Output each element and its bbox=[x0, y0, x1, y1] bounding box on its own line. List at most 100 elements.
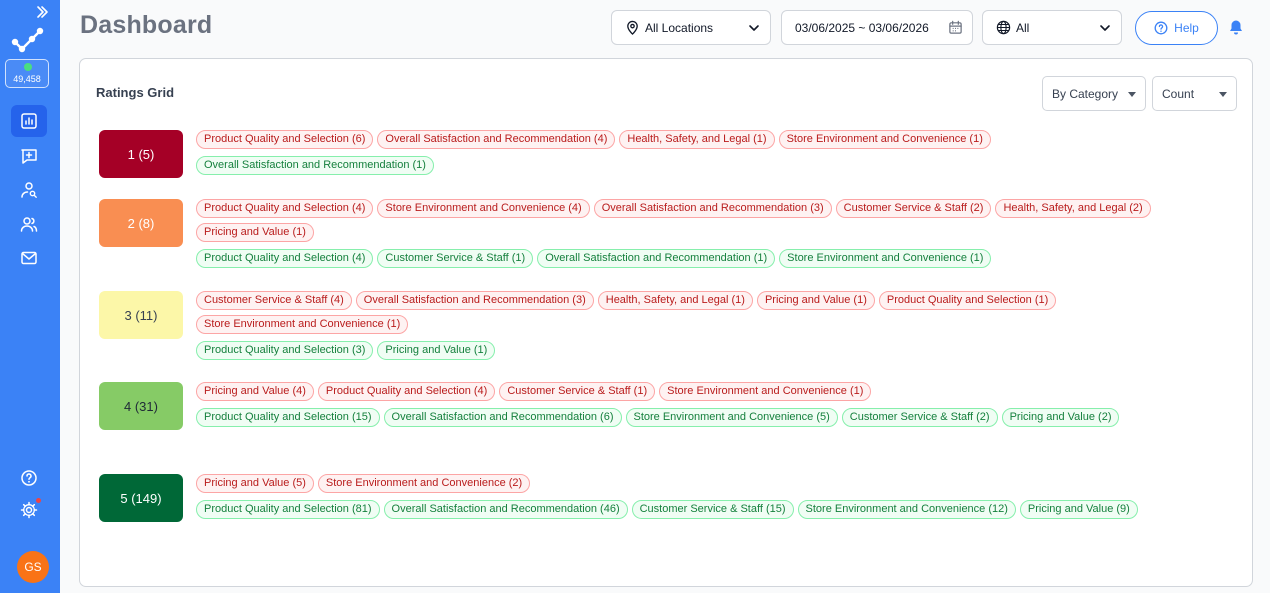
negative-category-tag[interactable]: Overall Satisfaction and Recommendation … bbox=[593, 199, 832, 218]
positive-category-tag[interactable]: Store Environment and Convenience (5) bbox=[625, 408, 838, 427]
positive-tags: Product Quality and Selection (3) Pricing… bbox=[196, 341, 1226, 360]
negative-category-tag[interactable]: Health, Safety, and Legal (2) bbox=[995, 199, 1151, 218]
ratings-grid-card: Ratings Grid By Category Count 1 (5) Prod… bbox=[79, 58, 1253, 587]
page-title: Dashboard bbox=[80, 11, 213, 39]
date-range-picker[interactable]: 03/06/2025 ~ 03/06/2026 bbox=[781, 10, 973, 45]
language-select[interactable]: All bbox=[982, 10, 1122, 45]
negative-category-tag[interactable]: Store Environment and Convenience (1) bbox=[196, 315, 409, 334]
help-label: Help bbox=[1174, 21, 1199, 35]
negative-tags: Customer Service & Staff (4) Overall Sati… bbox=[196, 291, 1226, 334]
positive-category-tag[interactable]: Product Quality and Selection (3) bbox=[196, 341, 374, 360]
positive-category-tag[interactable]: Product Quality and Selection (15) bbox=[196, 408, 380, 427]
positive-category-tag[interactable]: Product Quality and Selection (4) bbox=[196, 249, 374, 268]
bell-icon[interactable] bbox=[1228, 19, 1244, 36]
card-title: Ratings Grid bbox=[96, 85, 175, 100]
category-tags: Product Quality and Selection (6) Overall… bbox=[196, 130, 1226, 175]
positive-category-tag[interactable]: Overall Satisfaction and Recommendation … bbox=[537, 249, 776, 268]
positive-category-tag[interactable]: Store Environment and Convenience (12) bbox=[797, 500, 1016, 519]
positive-category-tag[interactable]: Pricing and Value (9) bbox=[1019, 500, 1138, 519]
chevron-down-icon bbox=[1100, 25, 1110, 31]
category-tags: Pricing and Value (4) Product Quality and… bbox=[196, 382, 1226, 427]
caret-down-icon bbox=[1128, 92, 1136, 97]
sidebar-item-users[interactable] bbox=[11, 208, 47, 240]
rating-badge[interactable]: 4 (31) bbox=[99, 382, 183, 430]
negative-category-tag[interactable]: Product Quality and Selection (4) bbox=[196, 199, 374, 218]
sidebar-item-user-search[interactable] bbox=[11, 174, 47, 206]
sidebar: 49,458 GS bbox=[0, 0, 60, 593]
logo-icon[interactable] bbox=[10, 26, 46, 54]
negative-tags: Pricing and Value (4) Product Quality and… bbox=[196, 382, 1226, 401]
caret-down-icon bbox=[1219, 92, 1227, 97]
positive-category-tag[interactable]: Pricing and Value (2) bbox=[1001, 408, 1120, 427]
negative-category-tag[interactable]: Store Environment and Convenience (2) bbox=[317, 474, 531, 493]
sidebar-item-settings[interactable] bbox=[11, 494, 47, 526]
negative-category-tag[interactable]: Pricing and Value (1) bbox=[196, 223, 314, 242]
rating-badge[interactable]: 3 (11) bbox=[99, 291, 183, 339]
negative-tags: Pricing and Value (5) Store Environment a… bbox=[196, 474, 1226, 493]
negative-category-tag[interactable]: Product Quality and Selection (1) bbox=[878, 291, 1057, 310]
negative-category-tag[interactable]: Pricing and Value (5) bbox=[196, 474, 314, 493]
positive-category-tag[interactable]: Overall Satisfaction and Recommendation … bbox=[383, 408, 622, 427]
negative-category-tag[interactable]: Store Environment and Convenience (1) bbox=[659, 382, 872, 401]
positive-category-tag[interactable]: Overall Satisfaction and Recommendation … bbox=[383, 500, 628, 519]
rating-badge[interactable]: 5 (149) bbox=[99, 474, 183, 522]
negative-category-tag[interactable]: Pricing and Value (1) bbox=[756, 291, 875, 310]
help-circle-icon bbox=[21, 470, 37, 486]
negative-category-tag[interactable]: Customer Service & Staff (1) bbox=[499, 382, 656, 401]
negative-category-tag[interactable]: Customer Service & Staff (4) bbox=[196, 291, 352, 310]
location-select[interactable]: All Locations bbox=[611, 10, 771, 45]
rating-badge[interactable]: 1 (5) bbox=[99, 130, 183, 178]
negative-category-tag[interactable]: Store Environment and Convenience (4) bbox=[377, 199, 590, 218]
calendar-icon bbox=[949, 20, 962, 34]
chevrons-right-icon[interactable] bbox=[34, 4, 50, 20]
positive-category-tag[interactable]: Pricing and Value (1) bbox=[377, 341, 496, 360]
negative-tags: Product Quality and Selection (6) Overall… bbox=[196, 130, 1226, 149]
positive-tags: Overall Satisfaction and Recommendation … bbox=[196, 156, 1226, 175]
negative-category-tag[interactable]: Health, Safety, and Legal (1) bbox=[619, 130, 775, 149]
group-by-value: By Category bbox=[1052, 86, 1119, 101]
negative-tags: Product Quality and Selection (4) Store E… bbox=[196, 199, 1226, 242]
sidebar-item-dashboard[interactable] bbox=[11, 105, 47, 137]
positive-category-tag[interactable]: Product Quality and Selection (81) bbox=[196, 500, 380, 519]
counter-value: 49,458 bbox=[13, 74, 41, 84]
metric-value: Count bbox=[1162, 86, 1195, 101]
positive-tags: Product Quality and Selection (4) Custome… bbox=[196, 249, 1226, 268]
negative-category-tag[interactable]: Store Environment and Convenience (1) bbox=[778, 130, 991, 149]
users-icon bbox=[20, 217, 38, 232]
negative-category-tag[interactable]: Overall Satisfaction and Recommendation … bbox=[355, 291, 594, 310]
language-value: All bbox=[1016, 20, 1030, 35]
sidebar-item-mail[interactable] bbox=[11, 242, 47, 274]
map-pin-icon bbox=[627, 20, 638, 35]
sidebar-item-add-message[interactable] bbox=[11, 140, 47, 172]
negative-category-tag[interactable]: Pricing and Value (4) bbox=[196, 382, 314, 401]
user-search-icon bbox=[21, 182, 37, 198]
help-button[interactable]: Help bbox=[1135, 11, 1218, 45]
mail-icon bbox=[21, 251, 37, 265]
status-dot bbox=[24, 63, 32, 71]
positive-category-tag[interactable]: Overall Satisfaction and Recommendation … bbox=[196, 156, 434, 175]
negative-category-tag[interactable]: Overall Satisfaction and Recommendation … bbox=[377, 130, 616, 149]
positive-category-tag[interactable]: Customer Service & Staff (2) bbox=[841, 408, 998, 427]
sidebar-item-help[interactable] bbox=[11, 462, 47, 494]
date-range-value: 03/06/2025 ~ 03/06/2026 bbox=[795, 20, 929, 35]
group-by-select[interactable]: By Category bbox=[1042, 76, 1146, 111]
positive-category-tag[interactable]: Customer Service & Staff (1) bbox=[377, 249, 534, 268]
category-tags: Pricing and Value (5) Store Environment a… bbox=[196, 474, 1226, 519]
usage-counter[interactable]: 49,458 bbox=[5, 59, 49, 88]
notification-dot bbox=[36, 498, 41, 503]
positive-tags: Product Quality and Selection (15) Overal… bbox=[196, 408, 1226, 427]
metric-select[interactable]: Count bbox=[1152, 76, 1237, 111]
negative-category-tag[interactable]: Customer Service & Staff (2) bbox=[835, 199, 992, 218]
avatar[interactable]: GS bbox=[17, 551, 49, 583]
negative-category-tag[interactable]: Product Quality and Selection (4) bbox=[317, 382, 496, 401]
add-message-icon bbox=[21, 149, 37, 164]
location-value: All Locations bbox=[645, 20, 714, 35]
negative-category-tag[interactable]: Product Quality and Selection (6) bbox=[196, 130, 374, 149]
negative-category-tag[interactable]: Health, Safety, and Legal (1) bbox=[597, 291, 753, 310]
positive-category-tag[interactable]: Store Environment and Convenience (1) bbox=[779, 249, 992, 268]
gear-icon bbox=[20, 501, 38, 519]
category-tags: Product Quality and Selection (4) Store E… bbox=[196, 199, 1226, 268]
category-tags: Customer Service & Staff (4) Overall Sati… bbox=[196, 291, 1226, 360]
positive-category-tag[interactable]: Customer Service & Staff (15) bbox=[631, 500, 794, 519]
rating-badge[interactable]: 2 (8) bbox=[99, 199, 183, 247]
